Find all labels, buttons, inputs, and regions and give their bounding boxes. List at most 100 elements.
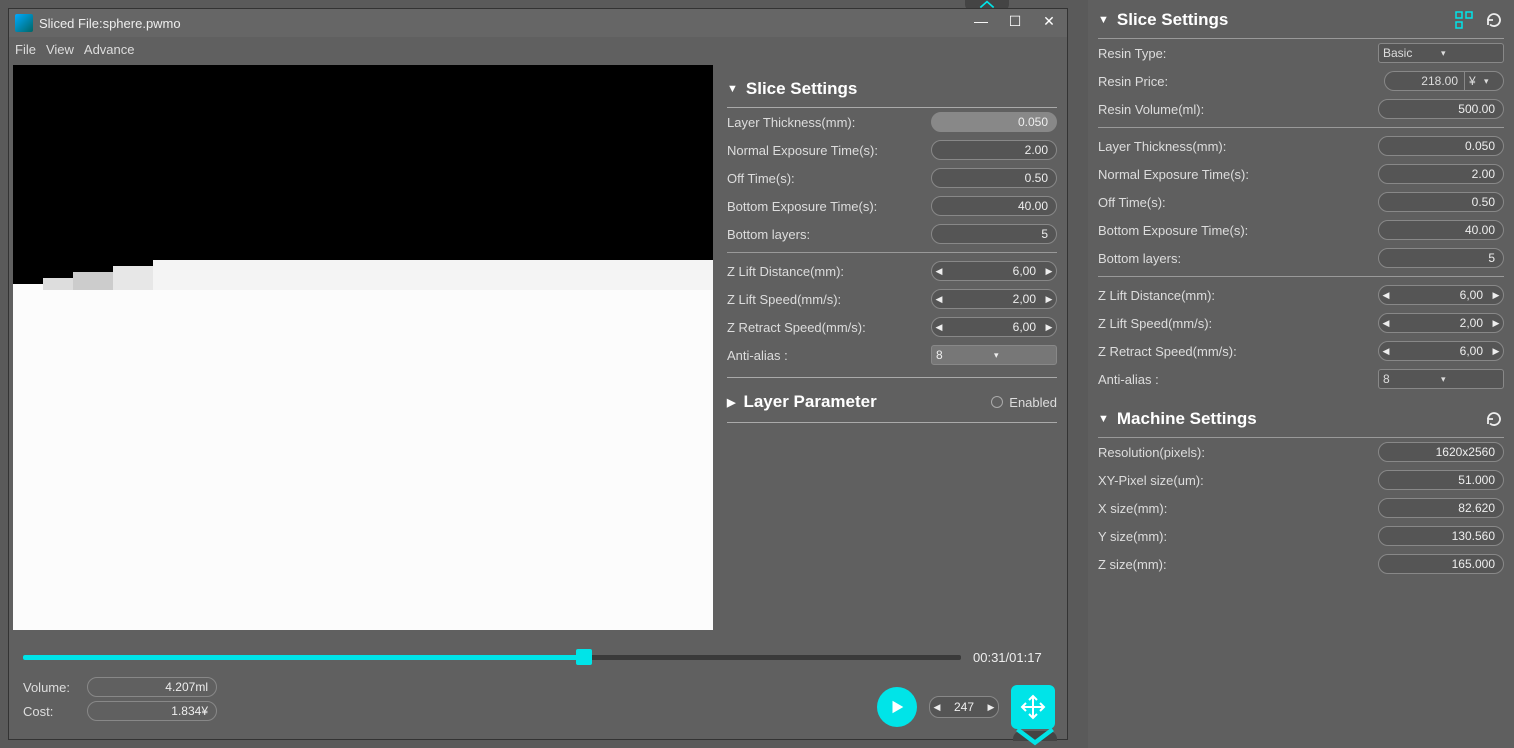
refresh-icon[interactable] bbox=[1484, 409, 1504, 429]
normal-exposure-input-r[interactable]: 2.00 bbox=[1378, 164, 1504, 184]
arrow-right-icon[interactable]: ▶ bbox=[1042, 322, 1056, 333]
slice-edge-pixels bbox=[13, 258, 713, 290]
xy-pixel-label: XY-Pixel size(um): bbox=[1098, 473, 1378, 488]
x-size-value[interactable]: 82.620 bbox=[1378, 498, 1504, 518]
arrow-right-icon[interactable]: ▶ bbox=[1489, 318, 1503, 329]
z-lift-dist-spinner[interactable]: ◀6,00▶ bbox=[931, 261, 1057, 281]
close-button[interactable]: ✕ bbox=[1037, 13, 1061, 33]
preset-icon[interactable] bbox=[1454, 10, 1474, 30]
chevron-right-icon: ▶ bbox=[727, 396, 735, 409]
anti-alias-label-r: Anti-alias : bbox=[1098, 372, 1378, 387]
anti-alias-label: Anti-alias : bbox=[727, 348, 931, 363]
menubar: File View Advance bbox=[9, 37, 1067, 61]
resin-volume-label: Resin Volume(ml): bbox=[1098, 102, 1378, 117]
maximize-button[interactable]: ☐ bbox=[1003, 13, 1027, 33]
refresh-icon[interactable] bbox=[1484, 10, 1504, 30]
timeline-progress bbox=[23, 655, 586, 660]
z-lift-speed-spinner-r[interactable]: ◀2,00▶ bbox=[1378, 313, 1504, 333]
y-size-value[interactable]: 130.560 bbox=[1378, 526, 1504, 546]
timeline-thumb[interactable] bbox=[576, 649, 592, 665]
resin-volume-input[interactable]: 500.00 bbox=[1378, 99, 1504, 119]
layer-param-enabled-toggle[interactable]: Enabled bbox=[991, 395, 1057, 410]
z-retract-spinner-r[interactable]: ◀6,00▶ bbox=[1378, 341, 1504, 361]
currency-select[interactable]: ¥▾ bbox=[1464, 71, 1504, 91]
timeline: 00:31/01:17 bbox=[23, 649, 1053, 665]
panel-collapse-down[interactable] bbox=[1013, 731, 1057, 741]
slice-settings-header[interactable]: ▼ Slice Settings bbox=[727, 69, 1057, 108]
chevron-down-icon: ▾ bbox=[1484, 76, 1499, 87]
off-time-input[interactable]: 0.50 bbox=[931, 168, 1057, 188]
anti-alias-select-r[interactable]: 8▾ bbox=[1378, 369, 1504, 389]
radio-empty-icon bbox=[991, 396, 1003, 408]
timeline-time: 00:31/01:17 bbox=[973, 650, 1053, 665]
slice-preview-viewport[interactable] bbox=[13, 65, 713, 630]
resin-price-label: Resin Price: bbox=[1098, 74, 1384, 89]
menu-advance[interactable]: Advance bbox=[84, 42, 135, 57]
z-lift-speed-spinner[interactable]: ◀2,00▶ bbox=[931, 289, 1057, 309]
resin-type-select[interactable]: Basic▾ bbox=[1378, 43, 1504, 63]
bottom-layers-input-r[interactable]: 5 bbox=[1378, 248, 1504, 268]
z-lift-dist-spinner-r[interactable]: ◀6,00▶ bbox=[1378, 285, 1504, 305]
cost-value: 1.834¥ bbox=[87, 701, 217, 721]
z-retract-spinner[interactable]: ◀6,00▶ bbox=[931, 317, 1057, 337]
z-size-value[interactable]: 165.000 bbox=[1378, 554, 1504, 574]
bottom-exposure-label: Bottom Exposure Time(s): bbox=[727, 199, 931, 214]
y-size-label: Y size(mm): bbox=[1098, 529, 1378, 544]
chevron-down-icon: ▼ bbox=[727, 83, 738, 95]
normal-exposure-label: Normal Exposure Time(s): bbox=[727, 143, 931, 158]
frame-counter[interactable]: ◀ 247 ▶ bbox=[929, 696, 999, 718]
resolution-value[interactable]: 1620x2560 bbox=[1378, 442, 1504, 462]
arrow-left-icon[interactable]: ◀ bbox=[1379, 290, 1393, 301]
bottom-exposure-label-r: Bottom Exposure Time(s): bbox=[1098, 223, 1378, 238]
slice-layer-fill bbox=[13, 290, 713, 630]
xy-pixel-value[interactable]: 51.000 bbox=[1378, 470, 1504, 490]
app-icon bbox=[15, 14, 33, 32]
arrow-left-icon[interactable]: ◀ bbox=[932, 322, 946, 333]
off-time-input-r[interactable]: 0.50 bbox=[1378, 192, 1504, 212]
z-size-label: Z size(mm): bbox=[1098, 557, 1378, 572]
off-time-label: Off Time(s): bbox=[727, 171, 931, 186]
arrow-right-icon[interactable]: ▶ bbox=[1489, 290, 1503, 301]
volume-label: Volume: bbox=[23, 680, 79, 695]
bottom-layers-label: Bottom layers: bbox=[727, 227, 931, 242]
z-lift-dist-label-r: Z Lift Distance(mm): bbox=[1098, 288, 1378, 303]
x-size-label: X size(mm): bbox=[1098, 501, 1378, 516]
anti-alias-select[interactable]: 8▾ bbox=[931, 345, 1057, 365]
resin-price-input[interactable]: 218.00 bbox=[1384, 71, 1464, 91]
chevron-down-icon: ▾ bbox=[1441, 374, 1499, 385]
arrow-left-icon[interactable]: ◀ bbox=[932, 294, 946, 305]
slice-settings-panel-left: ▼ Slice Settings Layer Thickness(mm):0.0… bbox=[713, 61, 1067, 626]
arrow-left-icon[interactable]: ◀ bbox=[1379, 346, 1393, 357]
bottom-exposure-input[interactable]: 40.00 bbox=[931, 196, 1057, 216]
arrow-left-icon[interactable]: ◀ bbox=[930, 702, 944, 713]
cost-label: Cost: bbox=[23, 704, 79, 719]
layer-thickness-label-r: Layer Thickness(mm): bbox=[1098, 139, 1378, 154]
arrow-right-icon[interactable]: ▶ bbox=[1042, 266, 1056, 277]
menu-view[interactable]: View bbox=[46, 42, 74, 57]
bottom-layers-label-r: Bottom layers: bbox=[1098, 251, 1378, 266]
layer-parameter-header[interactable]: ▶ Layer Parameter Enabled bbox=[727, 377, 1057, 423]
arrow-right-icon[interactable]: ▶ bbox=[1042, 294, 1056, 305]
timeline-track[interactable] bbox=[23, 655, 961, 660]
move-expand-button[interactable] bbox=[1011, 685, 1055, 729]
z-retract-label-r: Z Retract Speed(mm/s): bbox=[1098, 344, 1378, 359]
layer-thickness-input-r[interactable]: 0.050 bbox=[1378, 136, 1504, 156]
menu-file[interactable]: File bbox=[15, 42, 36, 57]
machine-settings-header[interactable]: ▼ Machine Settings bbox=[1098, 399, 1504, 438]
bottom-layers-input[interactable]: 5 bbox=[931, 224, 1057, 244]
slice-settings-header-right[interactable]: ▼ Slice Settings bbox=[1098, 0, 1504, 39]
arrow-left-icon[interactable]: ◀ bbox=[1379, 318, 1393, 329]
normal-exposure-label-r: Normal Exposure Time(s): bbox=[1098, 167, 1378, 182]
arrow-right-icon[interactable]: ▶ bbox=[1489, 346, 1503, 357]
bottom-exposure-input-r[interactable]: 40.00 bbox=[1378, 220, 1504, 240]
minimize-button[interactable]: — bbox=[969, 13, 993, 33]
resin-type-label: Resin Type: bbox=[1098, 46, 1378, 61]
bottom-controls: 00:31/01:17 Volume: 4.207ml Cost: 1.834¥… bbox=[9, 641, 1067, 739]
arrow-left-icon[interactable]: ◀ bbox=[932, 266, 946, 277]
normal-exposure-input[interactable]: 2.00 bbox=[931, 140, 1057, 160]
arrow-right-icon[interactable]: ▶ bbox=[984, 702, 998, 713]
titlebar: Sliced File:sphere.pwmo — ☐ ✕ bbox=[9, 9, 1067, 37]
layer-thickness-input[interactable]: 0.050 bbox=[931, 112, 1057, 132]
play-button[interactable] bbox=[877, 687, 917, 727]
resolution-label: Resolution(pixels): bbox=[1098, 445, 1378, 460]
